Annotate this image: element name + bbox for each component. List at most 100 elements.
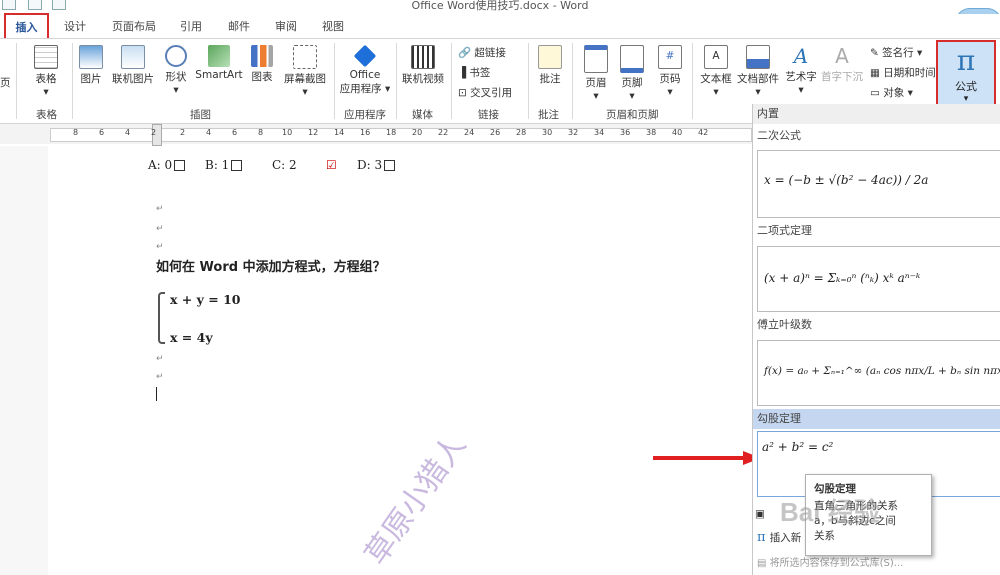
answer-option-a: A: 0 — [148, 158, 186, 172]
binomial-theorem-item[interactable]: (x + a)ⁿ = Σₖ₌₀ⁿ (ⁿₖ) xᵏ aⁿ⁻ᵏ — [757, 246, 1000, 312]
group-illustrations-label: 插图 — [190, 109, 211, 121]
tab-references[interactable]: 引用 — [180, 18, 202, 34]
link-icon: 🔗 — [458, 47, 472, 59]
bookmark-button[interactable]: ▐ 书签 — [458, 65, 490, 80]
quadratic-formula-item[interactable]: x = (−b ± √(b² − 4ac)) / 2a — [757, 150, 1000, 218]
cross-reference-button[interactable]: ⊡ 交叉引用 — [458, 85, 512, 100]
text-cursor — [156, 387, 157, 401]
smartart-button[interactable]: SmartArt — [194, 45, 244, 81]
baidu-watermark: Bai 经验 — [780, 497, 880, 527]
checkbox-icon — [231, 160, 243, 171]
film-icon — [411, 45, 435, 69]
bookmark-icon: ▐ — [458, 67, 467, 79]
online-video-button[interactable]: 联机视频 — [400, 45, 446, 86]
table-button[interactable]: 表格 ▾ — [30, 45, 62, 98]
chart-button[interactable]: 图表 — [248, 45, 276, 84]
online-picture-icon — [121, 45, 145, 69]
signature-line-button[interactable]: ✎ 签名行 ▾ — [870, 45, 922, 60]
group-tables-label: 表格 — [36, 109, 57, 121]
hyperlink-button[interactable]: 🔗 超链接 — [458, 45, 506, 60]
equation-line-1[interactable]: x + y = 10 — [170, 292, 240, 307]
picture-icon — [79, 45, 103, 69]
watermark-text: 草原小猎人 — [358, 428, 474, 572]
document-page[interactable]: A: 0 B: 1 C: 2 ☑ D: 3 ↵ ↵ ↵ 如何在 Word 中添加… — [48, 146, 752, 575]
comment-button[interactable]: 批注 — [533, 45, 567, 86]
dropcap-icon: A — [835, 44, 849, 68]
header-button[interactable]: 页眉 ▾ — [580, 45, 612, 102]
equation-button[interactable]: π 公式 ▾ — [936, 40, 996, 108]
save-selection-icon: ▣ — [755, 508, 765, 520]
checkbox-icon — [174, 160, 186, 171]
document-heading: 如何在 Word 中添加方程式，方程组？ — [156, 260, 386, 275]
quick-parts-icon — [746, 45, 770, 69]
screenshot-icon — [293, 45, 317, 69]
office-store-icon — [353, 44, 377, 68]
chart-icon — [251, 45, 273, 67]
ribbon-tabs: 设计 页面布局 引用 邮件 审阅 视图 — [0, 14, 1000, 38]
calendar-icon: ▦ — [870, 67, 880, 79]
group-header-footer-label: 页眉和页脚 — [606, 109, 659, 121]
signature-icon: ✎ — [870, 47, 879, 59]
checked-checkbox-icon: ☑ — [326, 158, 337, 172]
page-button[interactable]: 页 — [0, 75, 11, 90]
insert-new-equation[interactable]: π 插入新 — [757, 530, 801, 545]
pi-icon: π — [956, 44, 976, 77]
equation-line-2[interactable]: x = 4y — [170, 330, 213, 345]
textbox-button[interactable]: A 文本框 ▾ — [696, 45, 736, 98]
screenshot-button[interactable]: 屏幕截图 ▾ — [280, 45, 330, 98]
document-gutter — [0, 146, 48, 575]
wordart-button[interactable]: A 艺术字 ▾ — [782, 45, 820, 96]
shapes-icon — [165, 45, 187, 67]
save-gallery-icon: ▤ — [757, 558, 767, 569]
equation-brace — [158, 292, 165, 344]
tab-review[interactable]: 审阅 — [275, 18, 297, 34]
red-arrow-icon — [653, 451, 761, 465]
checkbox-icon — [384, 160, 396, 171]
dropcap-button[interactable]: A 首字下沉 — [820, 45, 864, 84]
gallery-section-title: 二次公式 — [753, 126, 1000, 146]
horizontal-ruler[interactable]: 8 6 4 2 2 4 6 8 10 12 14 16 18 20 22 24 … — [0, 124, 752, 146]
picture-button[interactable]: 图片 — [77, 45, 105, 86]
object-button[interactable]: ▭ 对象 ▾ — [870, 85, 913, 100]
tab-layout[interactable]: 页面布局 — [112, 18, 156, 34]
date-time-button[interactable]: ▦ 日期和时间 — [870, 65, 936, 80]
online-picture-button[interactable]: 联机图片 — [110, 45, 156, 86]
title-bar: Office Word使用技巧.docx - Word — [0, 0, 1000, 14]
cross-reference-icon: ⊡ — [458, 87, 467, 99]
tab-mailings[interactable]: 邮件 — [228, 18, 250, 34]
group-media-label: 媒体 — [412, 109, 433, 121]
comment-icon — [538, 45, 562, 69]
group-links-label: 链接 — [478, 109, 499, 121]
answer-option-b: B: 1 — [205, 158, 243, 172]
table-icon — [34, 45, 58, 69]
header-icon — [584, 45, 608, 73]
tooltip-line-3: 关系 — [814, 530, 835, 542]
gallery-section-title: 勾股定理 — [753, 409, 1000, 429]
textbox-icon: A — [704, 45, 728, 69]
wordart-icon: A — [793, 44, 809, 68]
tab-design[interactable]: 设计 — [64, 18, 86, 34]
pi-icon: π — [757, 530, 766, 545]
group-comments-label: 批注 — [538, 109, 559, 121]
gallery-section-title: 傅立叶级数 — [753, 315, 1000, 335]
fourier-series-item[interactable]: f(x) = a₀ + Σₙ₌₁^∞ (aₙ cos nπx/L + bₙ si… — [757, 340, 1000, 406]
page-number-button[interactable]: # 页码 ▾ — [654, 45, 686, 98]
office-apps-button[interactable]: Office 应用程序 ▾ — [338, 44, 392, 96]
hash-icon: # — [658, 45, 682, 69]
tab-view[interactable]: 视图 — [322, 18, 344, 34]
gallery-save-option[interactable]: ▣ — [755, 508, 765, 520]
answer-option-d: D: 3 — [357, 158, 396, 172]
quick-parts-button[interactable]: 文档部件 ▾ — [736, 45, 780, 98]
footer-icon — [620, 45, 644, 73]
gallery-header: 内置 — [753, 104, 1000, 124]
object-icon: ▭ — [870, 87, 880, 99]
window-title: Office Word使用技巧.docx - Word — [411, 0, 589, 12]
answer-option-c: C: 2 — [272, 158, 297, 172]
chevron-down-icon: ▾ — [963, 94, 969, 104]
footer-button[interactable]: 页脚 ▾ — [616, 45, 648, 102]
group-apps-label: 应用程序 — [344, 109, 386, 121]
save-to-gallery-option[interactable]: ▤ 将所选内容保存到公式库(S)... — [757, 554, 903, 569]
gallery-section-title: 二项式定理 — [753, 221, 1000, 241]
shapes-button[interactable]: 形状 ▾ — [162, 45, 190, 96]
smartart-icon — [208, 45, 230, 67]
